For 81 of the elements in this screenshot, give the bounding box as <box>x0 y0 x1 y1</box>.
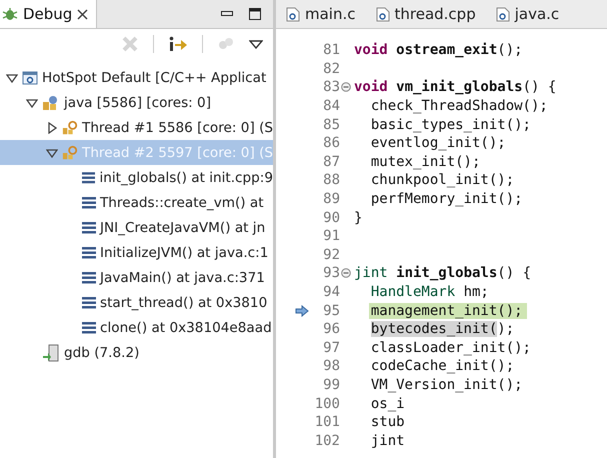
tree-item[interactable]: clone() at 0x38104e8aad <box>0 315 273 340</box>
line-number: 101 <box>314 414 340 430</box>
fold-icon[interactable] <box>341 268 351 278</box>
line-number: 85 <box>322 116 340 133</box>
code-line: os_i <box>370 396 405 412</box>
code-line: eventlog_init(); <box>370 135 506 152</box>
code-line: basic_types_init(); <box>370 116 531 133</box>
code-line: jint init_globals() { <box>353 265 532 282</box>
stack-frame-icon <box>82 246 96 258</box>
tree-item[interactable]: java [5586] [cores: 0] <box>0 90 273 115</box>
view-menu-icon[interactable] <box>249 39 263 49</box>
editor-tab[interactable]: java.c <box>496 5 560 23</box>
code-line: classLoader_init(); <box>370 340 531 356</box>
line-number: 95 <box>322 302 340 319</box>
stack-frame-icon <box>82 196 96 208</box>
c-application-icon <box>22 70 38 86</box>
bug-icon <box>2 6 18 22</box>
line-number: 97 <box>322 340 340 356</box>
c-file-icon <box>496 6 510 22</box>
tree-item[interactable]: gdb (7.8.2) <box>0 340 273 365</box>
stack-frame-icon <box>82 272 96 284</box>
expanded-arrow-icon[interactable] <box>46 146 58 158</box>
expanded-arrow-icon[interactable] <box>6 72 18 84</box>
close-icon[interactable] <box>77 8 88 20</box>
thread-icon <box>62 120 78 136</box>
line-number: 93 <box>322 265 340 282</box>
line-number: 83 <box>322 79 340 96</box>
line-number: 92 <box>322 246 340 263</box>
code-line: chunkpool_init(); <box>370 172 514 188</box>
tree-item[interactable]: Thread #1 5586 [core: 0] (S <box>0 115 273 140</box>
line-number: 90 <box>322 210 340 226</box>
code-line: codeCache_init(); <box>370 358 514 374</box>
code-line: stub <box>370 414 405 430</box>
instruction-step-icon[interactable] <box>168 36 188 52</box>
minimize-icon[interactable] <box>221 11 233 17</box>
expanded-arrow-icon[interactable] <box>26 96 38 108</box>
line-number: 99 <box>322 376 340 393</box>
c-file-icon <box>376 6 390 22</box>
line-number: 89 <box>322 191 340 208</box>
editor-tab[interactable]: thread.cpp <box>376 5 476 23</box>
tree-item[interactable]: Threads::create_vm() at <box>0 190 273 215</box>
stack-frame-icon <box>82 322 96 334</box>
line-number: 94 <box>322 284 340 300</box>
code-line: VM_Version_init(); <box>370 376 523 393</box>
line-number: 100 <box>314 396 340 412</box>
thread-icon <box>62 144 78 160</box>
stack-frame-icon <box>82 296 96 308</box>
code-line: mutex_init(); <box>370 154 480 170</box>
code-line: void vm_init_globals() { <box>353 79 556 96</box>
line-number: 86 <box>322 135 340 152</box>
code-line: void ostream_exit(); <box>353 42 523 58</box>
tree-item[interactable]: start_thread() at 0x3810 <box>0 290 273 315</box>
code-line: } <box>353 210 362 226</box>
debugger-icon <box>42 344 60 362</box>
tree-item[interactable]: JNI_CreateJavaVM() at jn <box>0 215 273 240</box>
line-number: 87 <box>322 154 340 170</box>
line-number: 98 <box>322 358 340 374</box>
line-number: 88 <box>322 172 340 188</box>
code-line: jint <box>370 432 405 449</box>
debug-tab[interactable]: Debug <box>0 0 98 28</box>
process-icon <box>42 94 60 110</box>
line-number: 81 <box>322 42 340 58</box>
line-number: 84 <box>322 98 340 114</box>
code-line: HandleMark hm; <box>370 284 489 300</box>
stack-frame-icon <box>82 172 96 184</box>
maximize-icon[interactable] <box>249 8 261 20</box>
line-number: 91 <box>322 228 340 244</box>
tree-item[interactable]: JavaMain() at java.c:371 <box>0 265 273 290</box>
tree-item[interactable]: init_globals() at init.cpp:9 <box>0 165 273 190</box>
stack-frame-icon <box>82 222 96 234</box>
tree-item[interactable]: InitializeJVM() at java.c:1 <box>0 240 273 265</box>
c-file-icon <box>286 6 300 22</box>
collapsed-arrow-icon[interactable] <box>46 122 58 134</box>
code-line: check_ThreadShadow(); <box>370 98 548 114</box>
code-line: perfMemory_init(); <box>370 191 523 208</box>
editor-tab[interactable]: main.c <box>286 5 356 23</box>
line-number: 102 <box>314 432 340 449</box>
line-number: 96 <box>322 321 340 338</box>
line-number: 82 <box>322 60 340 77</box>
fold-icon[interactable] <box>341 82 351 92</box>
tree-item[interactable]: HotSpot Default [C/C++ Applicat <box>0 65 273 90</box>
